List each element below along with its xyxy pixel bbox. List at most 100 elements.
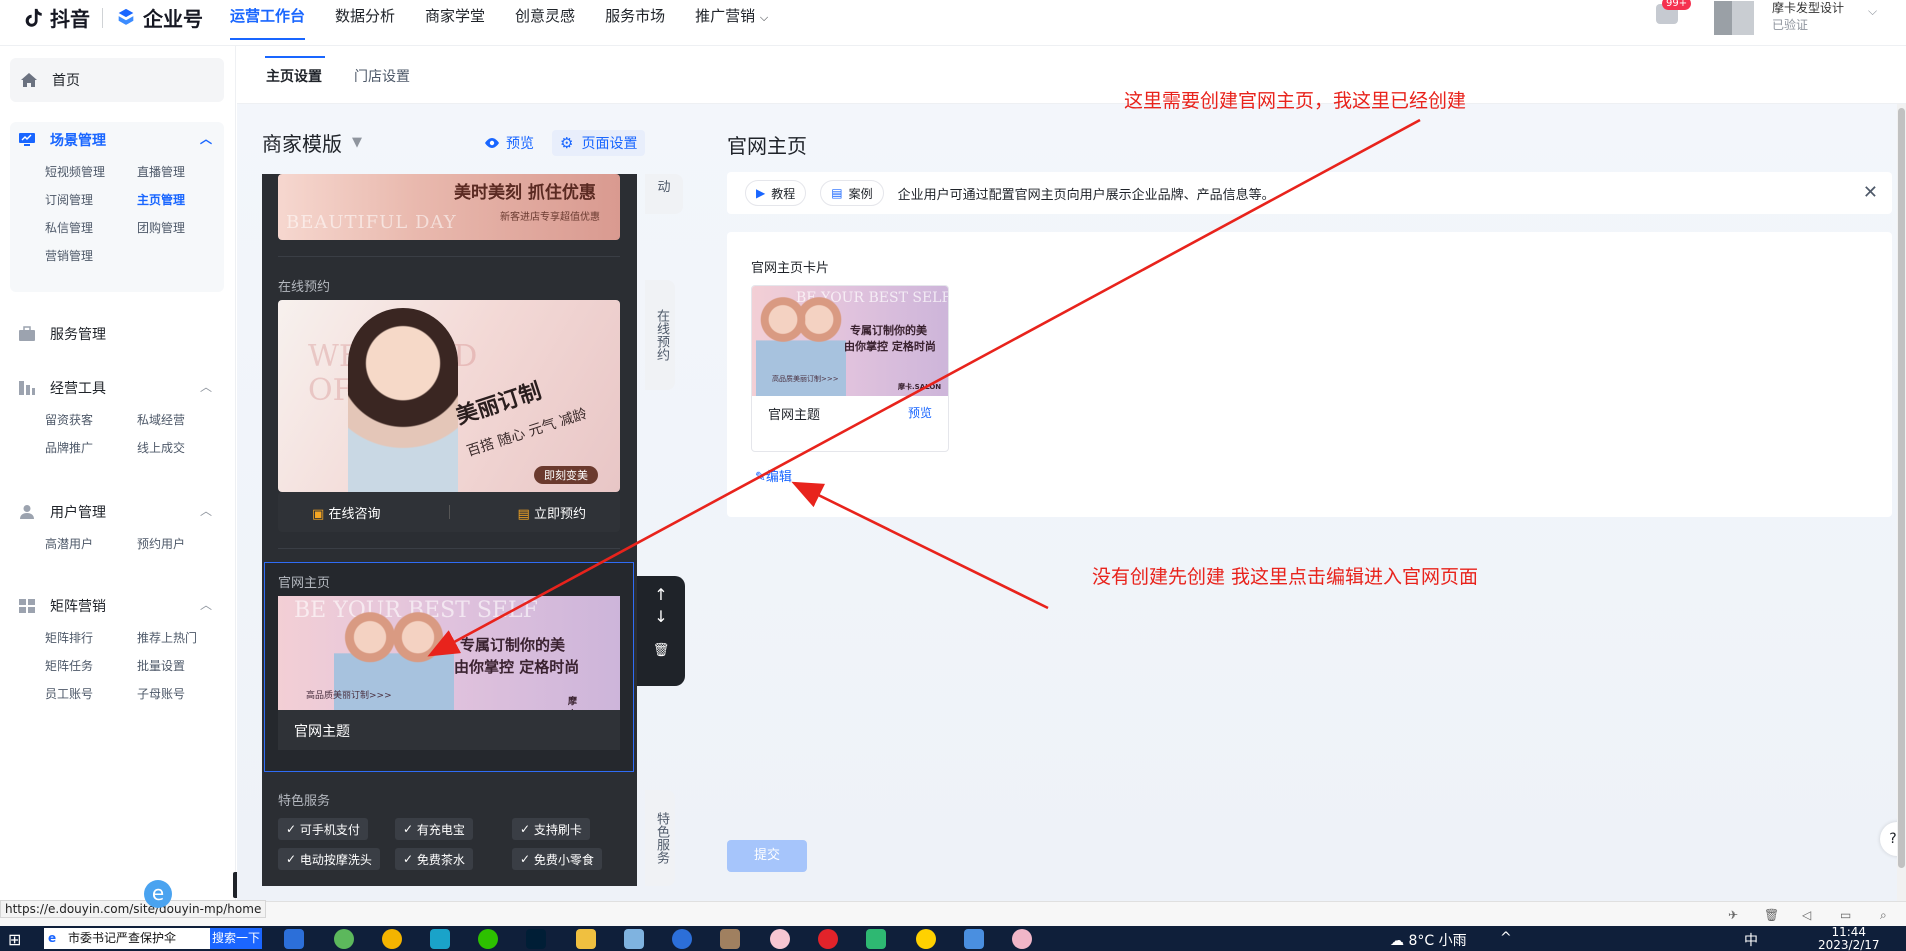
- consult-label: 在线咨询: [328, 506, 381, 522]
- official-card-panel: 官网主页卡片 BE YOUR BEST SELF 专属订制你的美 由你掌控 定格…: [727, 232, 1892, 517]
- app-s-icon[interactable]: [430, 929, 450, 949]
- sidebar-item-matrix-task[interactable]: 矩阵任务: [45, 652, 137, 680]
- notification-badge: 99+: [1662, 0, 1692, 10]
- sidebar-item-online-deal[interactable]: 线上成交: [137, 434, 229, 462]
- official-theme-card[interactable]: BE YOUR BEST SELF 专属订制你的美 由你掌控 定格时尚 高品质美…: [751, 285, 949, 452]
- app-file-icon[interactable]: [964, 929, 984, 949]
- scrollbar[interactable]: [1897, 104, 1906, 901]
- example-button[interactable]: ▤ 案例: [820, 180, 884, 206]
- edit-button[interactable]: ✎编辑: [755, 466, 792, 485]
- sidebar-item-short-video[interactable]: 短视频管理: [45, 158, 137, 186]
- photoshop-icon[interactable]: [526, 929, 546, 949]
- sidebar-group-users: 用户管理 ︿ 高潜用户 预约用户: [10, 494, 224, 558]
- rocket-icon[interactable]: ✈: [1728, 908, 1738, 922]
- sidebar-item-homepage[interactable]: 主页管理: [137, 186, 229, 214]
- consult-button[interactable]: ▣ 在线咨询: [312, 503, 380, 522]
- close-icon[interactable]: ✕: [1863, 182, 1878, 203]
- douyin-brand-text: 抖音: [50, 7, 90, 31]
- preview-button[interactable]: 预览: [484, 133, 534, 153]
- page-settings-button[interactable]: ⚙ 页面设置: [552, 130, 646, 156]
- sidebar-item-batch[interactable]: 批量设置: [137, 652, 229, 680]
- template-selector[interactable]: 商家模版 ▼: [262, 128, 362, 157]
- sidebar-item-brand[interactable]: 品牌推广: [45, 434, 137, 462]
- weather-widget[interactable]: ☁ 8°C 小雨: [1390, 930, 1467, 950]
- nav-merchant-school[interactable]: 商家学堂: [425, 0, 485, 40]
- app-pink-icon[interactable]: [770, 929, 790, 949]
- app-notes-icon[interactable]: [624, 929, 644, 949]
- sidebar-item-marketing[interactable]: 营销管理: [45, 242, 137, 270]
- sidebar-group-users-header[interactable]: 用户管理 ︿: [10, 494, 224, 530]
- tutorial-button[interactable]: ▶ 教程: [745, 180, 807, 206]
- nav-promotion-label: 推广营销: [695, 7, 756, 25]
- app-flower-icon[interactable]: [1012, 929, 1032, 949]
- chevron-down-icon: ⌵: [759, 11, 769, 24]
- search-icon[interactable]: ⌕: [1880, 908, 1887, 923]
- account-info[interactable]: 摩卡发型设计 已验证: [1772, 0, 1844, 34]
- book-now-button[interactable]: ▤ 立即预约: [518, 503, 586, 522]
- sidebar-item-live[interactable]: 直播管理: [137, 158, 229, 186]
- feature-chip: ✓ 电动按摩洗头: [278, 848, 395, 870]
- side-tag-activity[interactable]: 动: [645, 174, 683, 214]
- divider: [278, 548, 620, 549]
- sidebar-item-potential-users[interactable]: 高潜用户: [45, 530, 137, 558]
- official-banner-small: 高品质美丽订制>>>: [306, 691, 392, 701]
- taskbar-search-input[interactable]: e 市委书记严查保护伞: [44, 928, 210, 949]
- wechat-icon[interactable]: [478, 929, 498, 949]
- app-photo-icon[interactable]: [720, 929, 740, 949]
- sidebar-item-hot[interactable]: 推荐上热门: [137, 624, 229, 652]
- sidebar-item-groupbuy[interactable]: 团购管理: [137, 214, 229, 242]
- app-green-icon[interactable]: [334, 929, 354, 949]
- app-k-icon[interactable]: [284, 929, 304, 949]
- message-bell-icon[interactable]: 99+: [1656, 0, 1692, 24]
- brand-logo[interactable]: 抖音 企业号: [22, 3, 203, 32]
- nav-promotion[interactable]: 推广营销 ⌵: [695, 0, 768, 40]
- tab-store-settings[interactable]: 门店设置: [354, 66, 410, 86]
- app-doc-icon[interactable]: [866, 929, 886, 949]
- feature-chip-label: 支持刷卡: [533, 822, 582, 837]
- sidebar-group-scene-header[interactable]: 场景管理 ︿: [10, 122, 224, 158]
- main-menu: 运营工作台 数据分析 商家学堂 创意灵感 服务市场 推广营销 ⌵: [230, 0, 798, 40]
- folder-icon[interactable]: [576, 929, 596, 949]
- meituan-icon[interactable]: [916, 929, 936, 949]
- official-site-banner[interactable]: BE YOUR BEST SELF 专属订制你的美 由你掌控 定格时尚 高品质美…: [278, 596, 620, 710]
- nav-data-analysis[interactable]: 数据分析: [335, 0, 395, 40]
- sidebar-item-private[interactable]: 私域经营: [137, 406, 229, 434]
- speaker-icon[interactable]: ◁: [1802, 908, 1811, 922]
- sidebar-item-staff[interactable]: 员工账号: [45, 680, 137, 708]
- sidebar-item-parent-child[interactable]: 子母账号: [137, 680, 229, 708]
- sidebar-item-home[interactable]: 首页: [10, 58, 224, 102]
- side-tag-features[interactable]: 特色服务: [645, 790, 675, 886]
- booking-banner[interactable]: WEEKEND OFFER 美丽订制 百搭 随心 元气 减龄 即刻变美: [278, 300, 620, 492]
- tab-homepage-settings[interactable]: 主页设置: [266, 66, 322, 86]
- nav-creative[interactable]: 创意灵感: [515, 0, 575, 40]
- window-icon[interactable]: ▭: [1840, 908, 1851, 922]
- sidebar-item-dm[interactable]: 私信管理: [45, 214, 137, 242]
- sidebar-group-service-header[interactable]: 服务管理: [10, 316, 224, 352]
- sidebar-item-matrix-rank[interactable]: 矩阵排行: [45, 624, 137, 652]
- app-blue-icon[interactable]: [672, 929, 692, 949]
- xiaohongshu-icon[interactable]: [818, 929, 838, 949]
- account-chevron-down-icon[interactable]: ⌵: [1868, 4, 1877, 19]
- scrollbar-thumb[interactable]: [1898, 108, 1905, 868]
- windows-start-icon[interactable]: ⊞: [8, 930, 21, 949]
- taskbar-search-button[interactable]: 搜索一下: [210, 928, 262, 949]
- trash-icon[interactable]: 🗑: [637, 636, 685, 666]
- arrow-down-icon[interactable]: ↓: [637, 602, 685, 632]
- sidebar-item-leads[interactable]: 留资获客: [45, 406, 137, 434]
- clock[interactable]: 11:44 2023/2/17: [1818, 926, 1880, 951]
- chrome-icon[interactable]: [382, 929, 402, 949]
- sidebar-group-matrix-header[interactable]: 矩阵营销 ︿: [10, 588, 224, 624]
- sidebar-group-tools-header[interactable]: 经营工具 ︿: [10, 370, 224, 406]
- nav-service-market[interactable]: 服务市场: [605, 0, 665, 40]
- trash-icon[interactable]: 🗑: [1764, 908, 1779, 922]
- tray-chevron-up-icon[interactable]: ^: [1500, 930, 1512, 946]
- side-tag-booking[interactable]: 在线预约: [645, 280, 675, 390]
- submit-button[interactable]: 提交: [727, 840, 807, 872]
- sidebar-item-booking-users[interactable]: 预约用户: [137, 530, 229, 558]
- avatar[interactable]: [1714, 1, 1754, 35]
- card-preview-link[interactable]: 预览: [908, 404, 932, 423]
- sidebar-item-subscription[interactable]: 订阅管理: [45, 186, 137, 214]
- ime-indicator[interactable]: 中: [1744, 930, 1758, 950]
- nav-ops-workbench[interactable]: 运营工作台: [230, 0, 306, 40]
- promo-banner[interactable]: BEAUTIFUL DAY 美时美刻 抓住优惠 新客进店专享超值优惠: [278, 174, 620, 240]
